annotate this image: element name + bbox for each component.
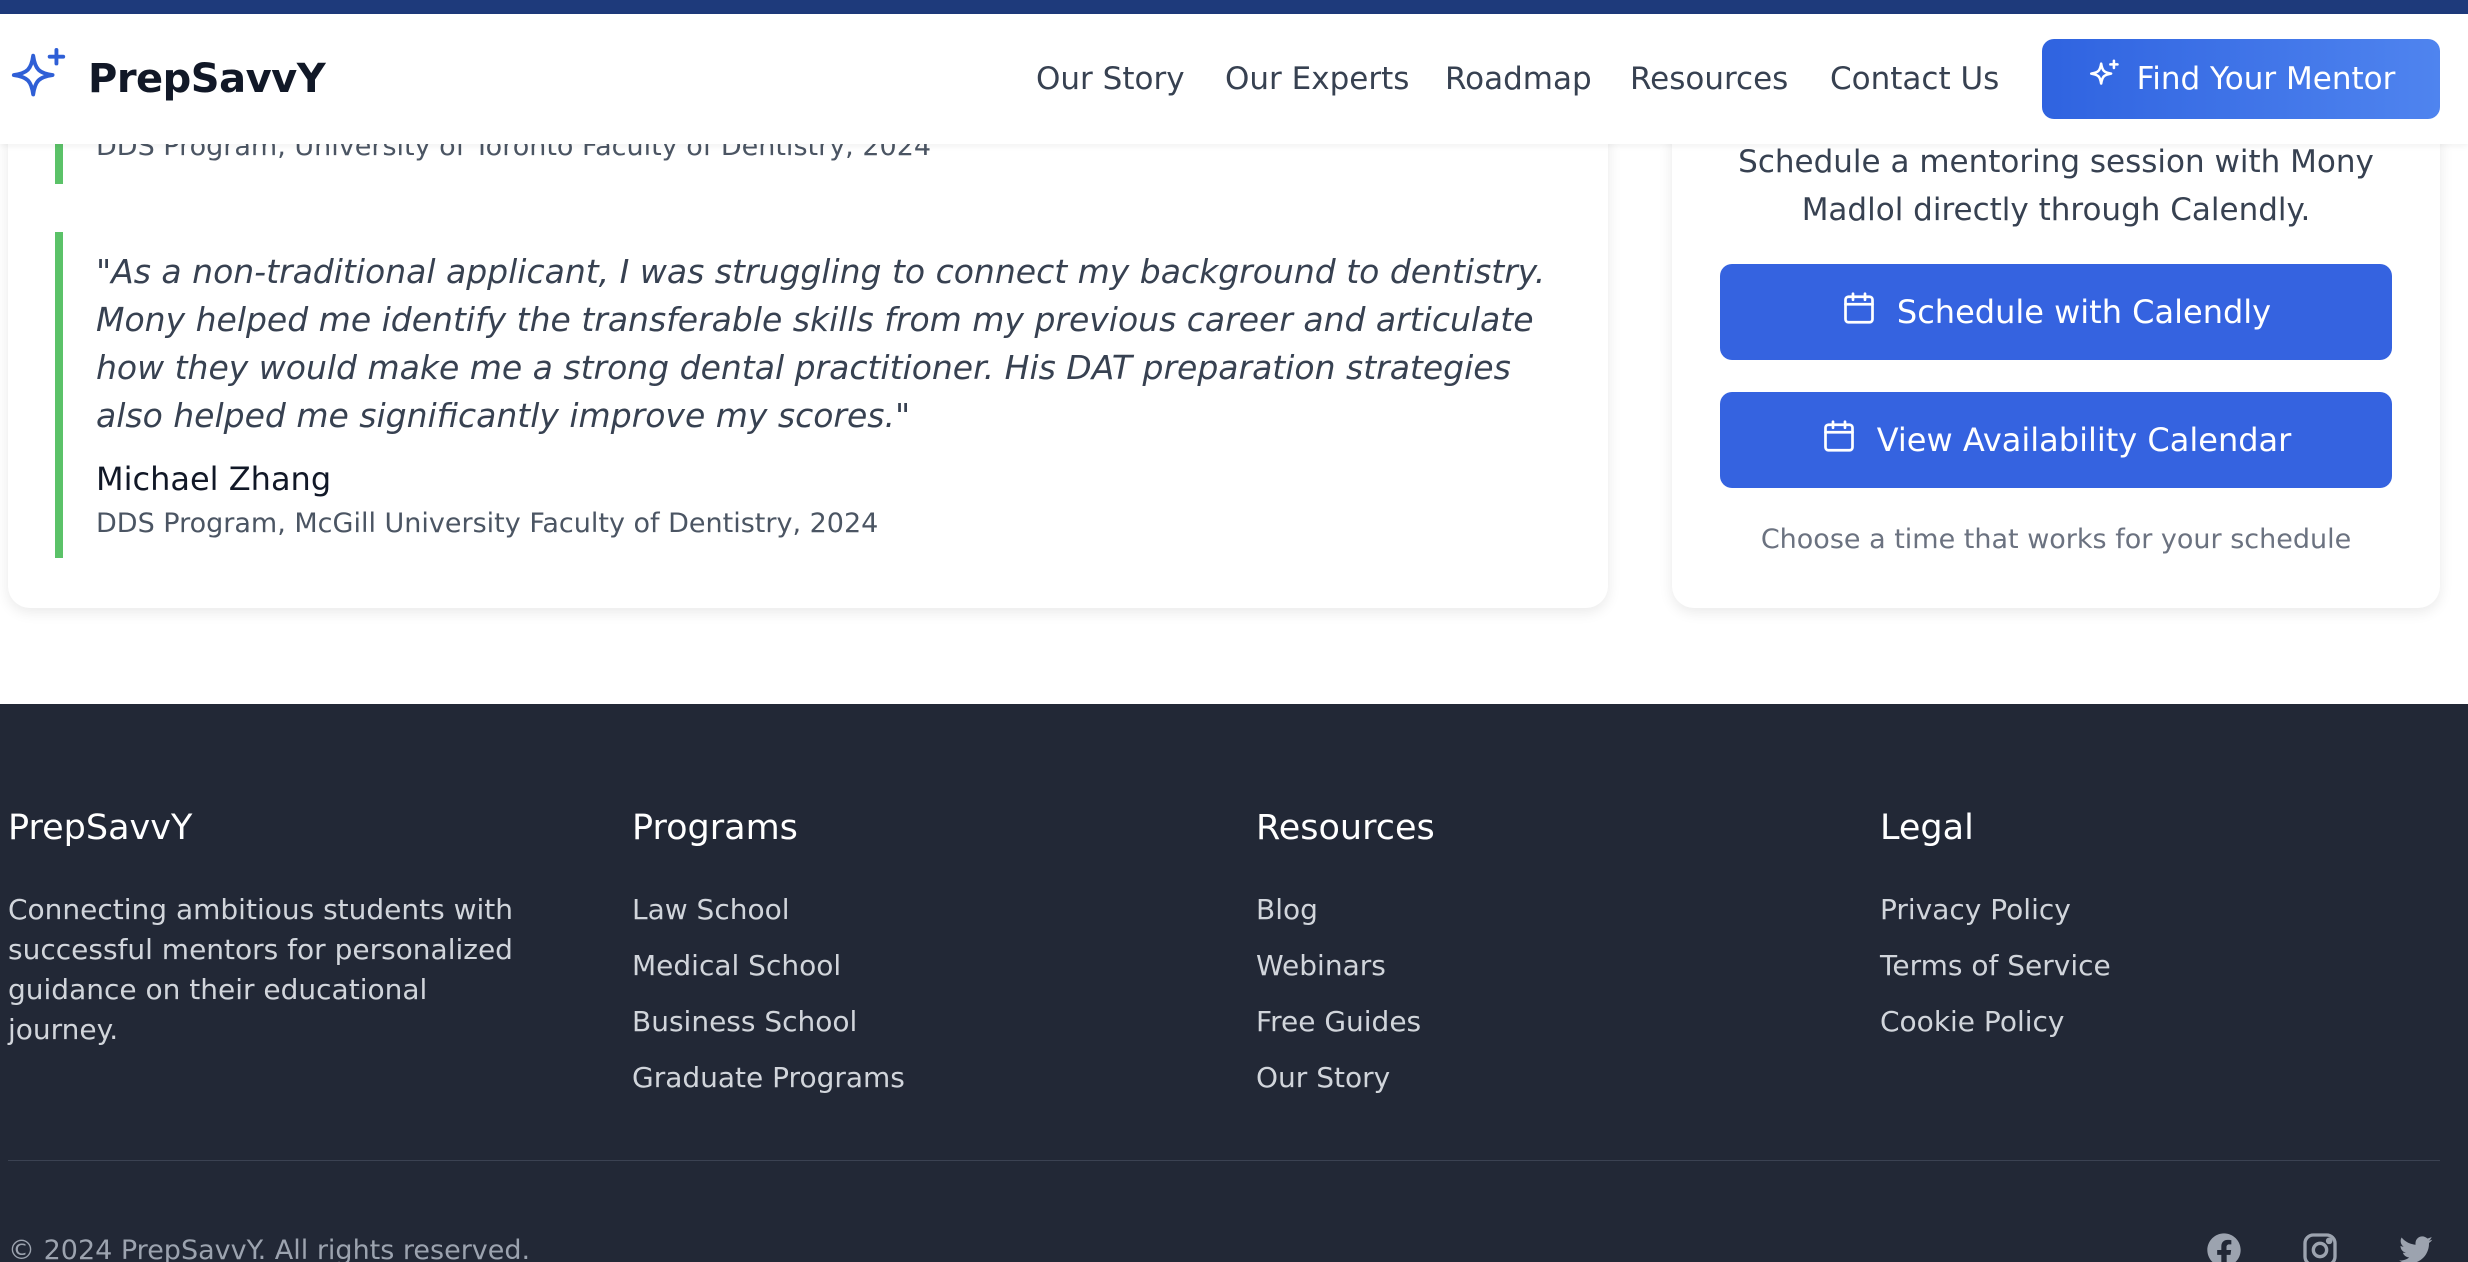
nav-resources[interactable]: Resources <box>1630 61 1788 97</box>
instagram-icon[interactable] <box>2300 1230 2340 1262</box>
footer-programs-title: Programs <box>632 808 798 848</box>
footer-link-terms-of-service[interactable]: Terms of Service <box>1880 949 2111 982</box>
schedule-calendly-button[interactable]: Schedule with Calendly <box>1720 264 2392 360</box>
view-availability-label: View Availability Calendar <box>1876 421 2292 459</box>
nav-roadmap[interactable]: Roadmap <box>1445 61 1592 97</box>
brand-logo-link[interactable]: PrepSavvY <box>8 46 326 112</box>
footer-divider <box>8 1160 2440 1161</box>
footer-link-webinars[interactable]: Webinars <box>1256 949 1386 982</box>
calendar-icon <box>1821 417 1857 463</box>
footer-link-law-school[interactable]: Law School <box>632 893 790 926</box>
footer-brand-title: PrepSavvY <box>8 808 193 848</box>
sparkle-logo-icon <box>8 46 70 112</box>
nav-contact-us[interactable]: Contact Us <box>1830 61 1999 97</box>
footer-link-blog[interactable]: Blog <box>1256 893 1318 926</box>
booking-note: Choose a time that works for your schedu… <box>1760 524 2352 555</box>
testimonial-accent-bar <box>55 232 63 558</box>
footer-link-cookie-policy[interactable]: Cookie Policy <box>1880 1005 2064 1038</box>
testimonial-program: DDS Program, McGill University Faculty o… <box>96 508 879 539</box>
testimonial-quote: "As a non-traditional applicant, I was s… <box>96 252 1546 435</box>
footer-link-privacy-policy[interactable]: Privacy Policy <box>1880 893 2071 926</box>
booking-description: Schedule a mentoring session with Mony M… <box>1738 144 2374 228</box>
calendar-icon <box>1841 289 1877 335</box>
footer-legal-title: Legal <box>1880 808 1974 848</box>
view-availability-button[interactable]: View Availability Calendar <box>1720 392 2392 488</box>
footer-link-free-guides[interactable]: Free Guides <box>1256 1005 1421 1038</box>
copyright-text: © 2024 PrepSavvY. All rights reserved. <box>8 1235 531 1262</box>
brand-name: PrepSavvY <box>88 56 326 102</box>
nav-our-story[interactable]: Our Story <box>1036 61 1185 97</box>
find-mentor-label: Find Your Mentor <box>2136 61 2396 97</box>
testimonial-author: Michael Zhang <box>96 460 332 498</box>
facebook-icon[interactable] <box>2204 1230 2244 1262</box>
footer-brand-description: Connecting ambitious students with succe… <box>8 893 514 1046</box>
footer-link-business-school[interactable]: Business School <box>632 1005 857 1038</box>
find-mentor-button[interactable]: Find Your Mentor <box>2042 39 2440 119</box>
site-header: PrepSavvY Our Story Our Experts Roadmap … <box>0 14 2468 144</box>
footer-link-our-story[interactable]: Our Story <box>1256 1061 1390 1094</box>
footer-link-medical-school[interactable]: Medical School <box>632 949 841 982</box>
twitter-icon[interactable] <box>2396 1230 2436 1262</box>
footer-resources-title: Resources <box>1256 808 1435 848</box>
sparkle-icon <box>2087 58 2121 100</box>
schedule-calendly-label: Schedule with Calendly <box>1896 293 2272 331</box>
footer-link-graduate-programs[interactable]: Graduate Programs <box>632 1061 905 1094</box>
top-accent-bar <box>0 0 2468 14</box>
nav-our-experts[interactable]: Our Experts <box>1225 61 1409 97</box>
